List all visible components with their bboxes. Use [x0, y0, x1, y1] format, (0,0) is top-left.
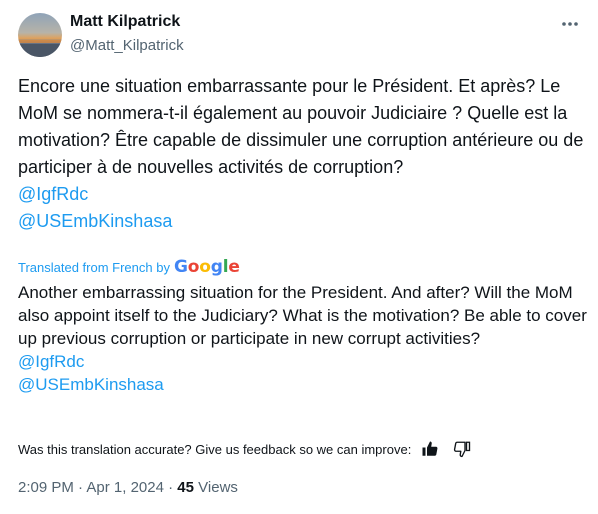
author-handle[interactable]: @Matt_Kilpatrick [70, 37, 184, 54]
tweet-date[interactable]: Apr 1, 2024 [86, 479, 164, 496]
mention-link-usembkinshasa[interactable]: @USEmbKinshasa [18, 208, 590, 235]
thumbs-up-icon [422, 441, 438, 456]
tweet-time[interactable]: 2:09 PM [18, 479, 74, 496]
translation-feedback: Was this translation accurate? Give us f… [18, 440, 471, 458]
more-horizontal-icon [562, 22, 578, 26]
translation-label: Translated from French by [18, 259, 170, 275]
avatar[interactable] [18, 13, 62, 57]
thumbs-down-icon [454, 441, 471, 458]
feedback-question: Was this translation accurate? Give us f… [18, 441, 412, 457]
translated-mention-link-igfrdc[interactable]: @IgfRdc [18, 350, 590, 373]
original-tweet-paragraph: Encore une situation embarrassante pour … [18, 76, 584, 177]
views-count: 45 [177, 479, 194, 496]
thumbs-down-button[interactable] [453, 440, 471, 458]
mention-link-igfrdc[interactable]: @IgfRdc [18, 181, 590, 208]
original-tweet-text: Encore une situation embarrassante pour … [18, 73, 590, 235]
thumbs-up-button[interactable] [421, 440, 439, 458]
google-logo: Google [173, 257, 240, 277]
translation-attribution[interactable]: Translated from French by Google [18, 257, 240, 277]
author-name[interactable]: Matt Kilpatrick [70, 13, 180, 31]
translated-mention-link-usembkinshasa[interactable]: @USEmbKinshasa [18, 373, 590, 396]
more-options-button[interactable] [556, 10, 584, 38]
views-label: Views [198, 479, 238, 496]
translated-tweet-paragraph: Another embarrassing situation for the P… [18, 283, 587, 348]
avatar-sunset-image [18, 13, 62, 57]
translated-tweet-text: Another embarrassing situation for the P… [18, 281, 590, 396]
meta-separator: · [168, 479, 178, 496]
tweet-meta: 2:09 PM · Apr 1, 2024 · 45 Views [18, 479, 238, 496]
